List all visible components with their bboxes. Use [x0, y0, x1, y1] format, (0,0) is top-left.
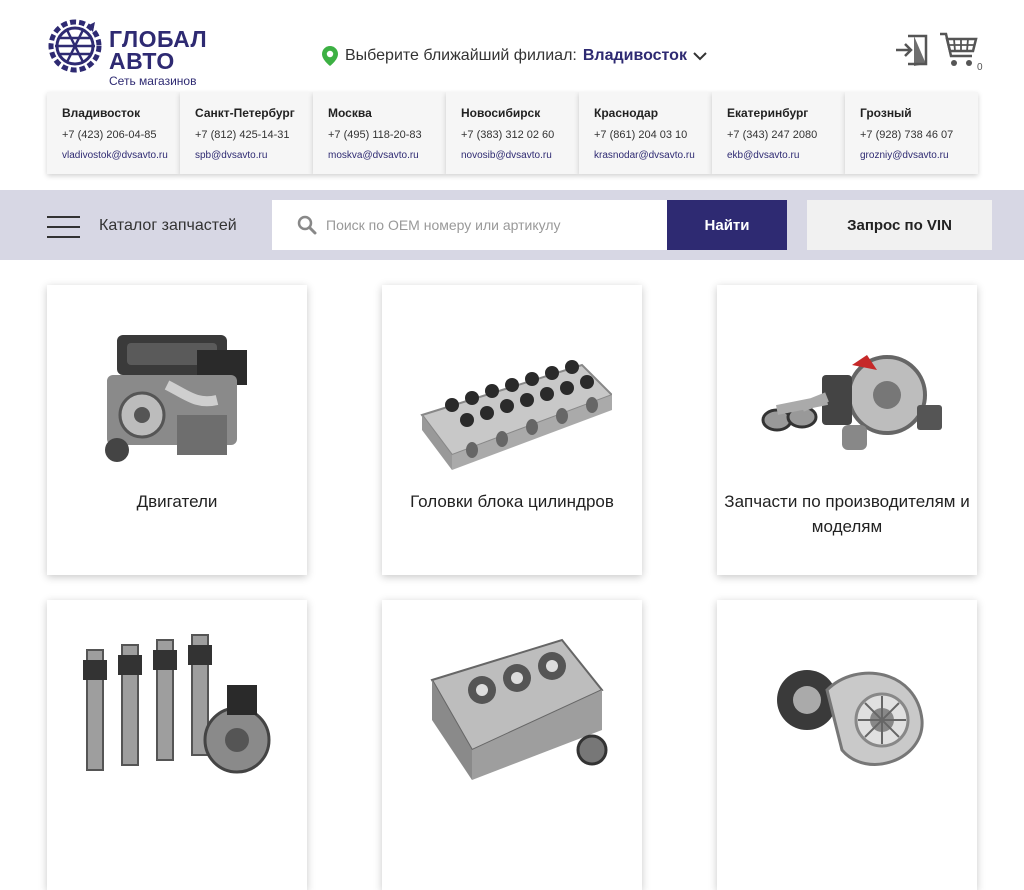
- contact-email[interactable]: krasnodar@dvsavto.ru: [594, 150, 712, 161]
- contacts-strip: Владивосток +7 (423) 206-04-85 vladivost…: [47, 92, 978, 174]
- contact-phone[interactable]: +7 (423) 206-04-85: [62, 129, 180, 141]
- category-label: Двигатели: [136, 492, 218, 511]
- vin-request-button[interactable]: Запрос по VIN: [807, 200, 992, 250]
- contact-phone[interactable]: +7 (812) 425-14-31: [195, 129, 313, 141]
- contact-card: Владивосток +7 (423) 206-04-85 vladivost…: [47, 92, 180, 174]
- branch-city[interactable]: Владивосток: [583, 47, 687, 65]
- find-button[interactable]: Найти: [667, 200, 787, 250]
- contact-card: Москва +7 (495) 118-20-83 moskva@dvsavto…: [313, 92, 446, 174]
- cart-count: 0: [977, 62, 983, 73]
- search-box: [272, 200, 667, 250]
- contact-phone[interactable]: +7 (383) 312 02 60: [461, 129, 579, 141]
- contact-phone[interactable]: +7 (495) 118-20-83: [328, 129, 446, 141]
- category-label: Головки блока цилиндров: [410, 492, 614, 511]
- branch-selector[interactable]: Выберите ближайший филиал: Владивосток: [322, 46, 707, 66]
- category-card-parts-by-maker[interactable]: Запчасти по производителям и моделям: [717, 285, 977, 575]
- brand-name-line2: АВТО: [109, 48, 175, 74]
- contact-card: Краснодар +7 (861) 204 03 10 krasnodar@d…: [579, 92, 712, 174]
- turbocharger-image: [777, 670, 924, 766]
- branch-prompt: Выберите ближайший филиал:: [345, 47, 577, 64]
- chevron-down-icon[interactable]: [693, 51, 707, 61]
- category-card-cylinder-heads[interactable]: Головки блока цилиндров: [382, 285, 642, 575]
- contact-card: Новосибирск +7 (383) 312 02 60 novosib@d…: [446, 92, 579, 174]
- category-card-turbochargers[interactable]: [717, 600, 977, 890]
- category-label: Запчасти по производителям и моделям: [724, 492, 970, 536]
- contact-phone[interactable]: +7 (861) 204 03 10: [594, 129, 712, 141]
- gear-logo-icon: [48, 19, 102, 73]
- contact-phone[interactable]: +7 (928) 738 46 07: [860, 129, 978, 141]
- contact-email[interactable]: spb@dvsavto.ru: [195, 150, 313, 161]
- contact-city: Владивосток: [62, 106, 141, 120]
- transmission-image: [430, 638, 608, 780]
- location-pin-icon: [322, 46, 338, 66]
- hamburger-menu-icon[interactable]: [47, 216, 80, 238]
- brand-tagline: Сеть магазинов: [109, 74, 197, 88]
- brand-name-line1: ГЛОБАЛ: [109, 26, 208, 52]
- site-header: ГЛОБАЛ АВТО Сеть магазинов Выберите ближ…: [0, 0, 1024, 190]
- engine-image: [105, 335, 247, 462]
- contact-email[interactable]: novosib@dvsavto.ru: [461, 150, 579, 161]
- contact-city: Грозный: [860, 106, 912, 120]
- contact-city: Москва: [328, 106, 372, 120]
- search-icon: [297, 215, 317, 235]
- contact-email[interactable]: vladivostok@dvsavto.ru: [62, 150, 180, 161]
- contact-email[interactable]: ekb@dvsavto.ru: [727, 150, 845, 161]
- contact-card: Екатеринбург +7 (343) 247 2080 ekb@dvsav…: [712, 92, 845, 174]
- contact-email[interactable]: moskva@dvsavto.ru: [328, 150, 446, 161]
- category-card-injectors[interactable]: [47, 600, 307, 890]
- contact-card: Грозный +7 (928) 738 46 07 grozniy@dvsav…: [845, 92, 978, 174]
- logo[interactable]: ГЛОБАЛ АВТО Сеть магазинов: [47, 18, 207, 88]
- contact-city: Новосибирск: [461, 106, 541, 120]
- category-card-transmissions[interactable]: [382, 600, 642, 890]
- category-card-engines[interactable]: Двигатели: [47, 285, 307, 575]
- search-input[interactable]: [326, 217, 656, 233]
- parts-image: [761, 355, 942, 450]
- contact-city: Краснодар: [594, 106, 659, 120]
- cylinder-head-image: [420, 360, 612, 470]
- login-icon[interactable]: [894, 32, 930, 68]
- contact-city: Екатеринбург: [727, 106, 809, 120]
- contact-email[interactable]: grozniy@dvsavto.ru: [860, 150, 978, 161]
- contact-phone[interactable]: +7 (343) 247 2080: [727, 129, 845, 141]
- contact-city: Санкт-Петербург: [195, 106, 295, 120]
- catalog-link[interactable]: Каталог запчастей: [99, 217, 237, 235]
- search-band: Каталог запчастей Найти Запрос по VIN: [0, 190, 1024, 260]
- injectors-image: [83, 634, 271, 774]
- cart-icon[interactable]: [938, 30, 978, 70]
- contact-card: Санкт-Петербург +7 (812) 425-14-31 spb@d…: [180, 92, 313, 174]
